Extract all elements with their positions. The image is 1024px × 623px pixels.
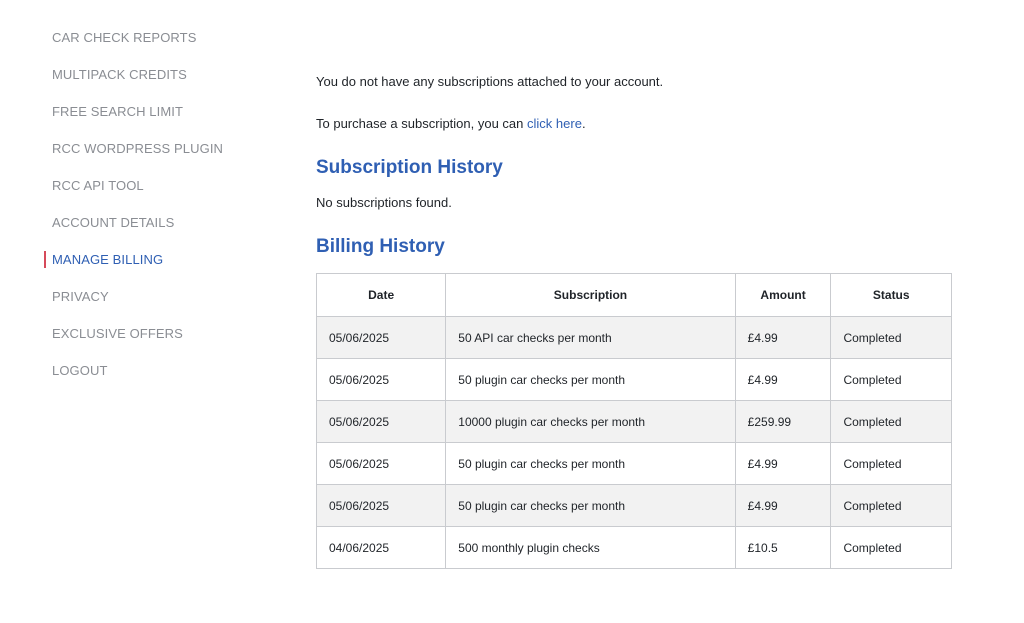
column-header-date: Date <box>315 273 447 317</box>
purchase-suffix: . <box>581 116 586 131</box>
cell-amount: £4.99 <box>734 484 832 527</box>
subscription-history-title: Subscription History <box>316 157 503 178</box>
column-header-status: Status <box>830 273 952 317</box>
cell-status: Completed <box>830 484 952 527</box>
cell-subscription: 50 API car checks per month <box>445 316 736 359</box>
sidebar-item-account-details[interactable]: ACCOUNT DETAILS <box>44 213 274 250</box>
table-row: 05/06/2025 50 API car checks per month £… <box>315 316 952 359</box>
table-row: 05/06/2025 50 plugin car checks per mont… <box>315 484 952 527</box>
sidebar-item-privacy[interactable]: PRIVACY <box>44 287 274 324</box>
cell-subscription: 500 monthly plugin checks <box>445 526 736 569</box>
purchase-message: To purchase a subscription, you can clic… <box>316 114 586 134</box>
billing-history-table: Date Subscription Amount Status 05/06/20… <box>315 273 952 569</box>
cell-subscription: 50 plugin car checks per month <box>445 358 736 401</box>
sidebar-item-manage-billing[interactable]: MANAGE BILLING <box>44 250 274 287</box>
table-header-row: Date Subscription Amount Status <box>315 273 952 317</box>
cell-status: Completed <box>830 400 952 443</box>
cell-subscription: 50 plugin car checks per month <box>445 442 736 485</box>
table-row: 05/06/2025 50 plugin car checks per mont… <box>315 442 952 485</box>
sidebar-item-rcc-api-tool[interactable]: RCC API TOOL <box>44 176 274 213</box>
sidebar-item-exclusive-offers[interactable]: EXCLUSIVE OFFERS <box>44 324 274 361</box>
cell-amount: £4.99 <box>734 316 832 359</box>
cell-date: 05/06/2025 <box>315 358 447 401</box>
cell-date: 05/06/2025 <box>315 442 447 485</box>
cell-amount: £4.99 <box>734 442 832 485</box>
cell-amount: £4.99 <box>734 358 832 401</box>
cell-amount: £10.5 <box>734 526 832 569</box>
cell-date: 05/06/2025 <box>315 484 447 527</box>
table-row: 05/06/2025 50 plugin car checks per mont… <box>315 358 952 401</box>
purchase-link[interactable]: click here <box>527 116 582 131</box>
column-header-amount: Amount <box>734 273 832 317</box>
purchase-text: To purchase a subscription, you can <box>316 116 528 131</box>
column-header-subscription: Subscription <box>445 273 736 317</box>
table-row: 05/06/2025 10000 plugin car checks per m… <box>315 400 952 443</box>
sidebar-item-logout[interactable]: LOGOUT <box>44 361 274 398</box>
sidebar-item-car-check-reports[interactable]: CAR CHECK REPORTS <box>44 28 274 65</box>
table-row: 04/06/2025 500 monthly plugin checks £10… <box>315 526 952 569</box>
cell-date: 05/06/2025 <box>315 316 447 359</box>
no-subscriptions-found: No subscriptions found. <box>316 195 452 210</box>
cell-date: 04/06/2025 <box>315 526 447 569</box>
cell-amount: £259.99 <box>734 400 832 443</box>
sidebar-item-multipack-credits[interactable]: MULTIPACK CREDITS <box>44 65 274 102</box>
account-sidebar: CAR CHECK REPORTS MULTIPACK CREDITS FREE… <box>44 28 274 398</box>
cell-status: Completed <box>830 316 952 359</box>
billing-history-title: Billing History <box>316 236 445 257</box>
sidebar-item-rcc-wordpress-plugin[interactable]: RCC WORDPRESS PLUGIN <box>44 139 274 176</box>
cell-date: 05/06/2025 <box>315 400 447 443</box>
cell-status: Completed <box>830 358 952 401</box>
cell-status: Completed <box>830 442 952 485</box>
no-subscriptions-message: You do not have any subscriptions attach… <box>316 74 664 89</box>
cell-status: Completed <box>830 526 952 569</box>
cell-subscription: 50 plugin car checks per month <box>445 484 736 527</box>
cell-subscription: 10000 plugin car checks per month <box>445 400 736 443</box>
sidebar-item-free-search-limit[interactable]: FREE SEARCH LIMIT <box>44 102 274 139</box>
